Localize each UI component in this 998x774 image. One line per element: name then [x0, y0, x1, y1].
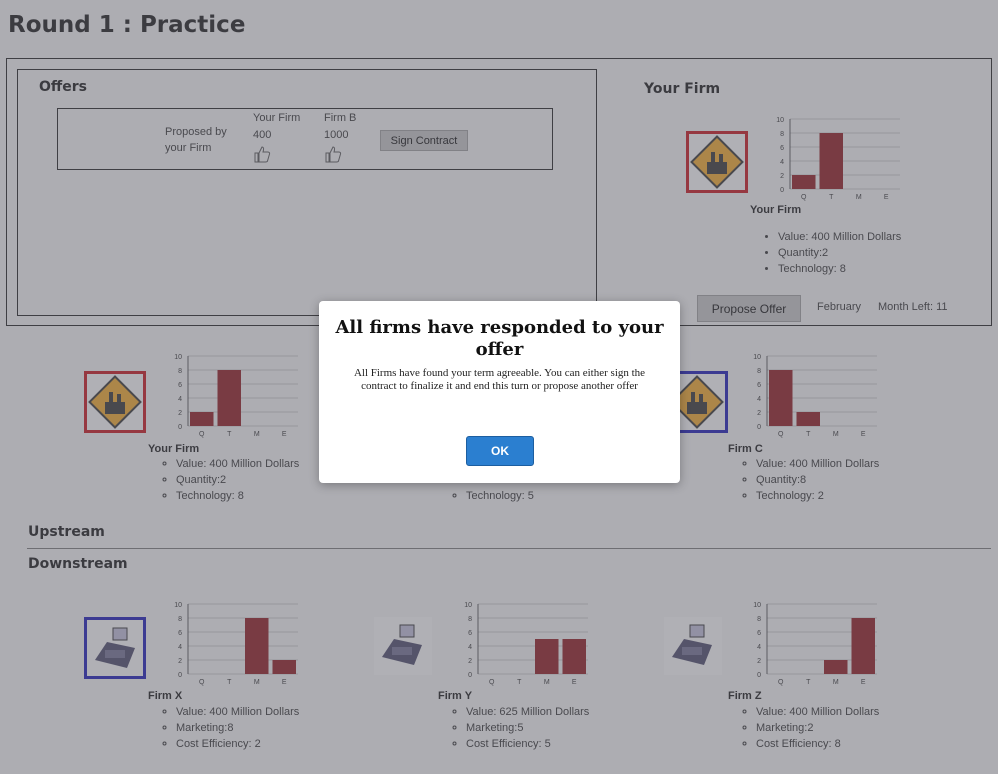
ok-button[interactable]: OK — [466, 436, 534, 466]
dialog-title: All firms have responded to your offer — [335, 317, 664, 360]
dialog-message: All Firms have found your term agreeable… — [353, 367, 646, 392]
response-dialog: All firms have responded to your offer A… — [319, 301, 680, 483]
